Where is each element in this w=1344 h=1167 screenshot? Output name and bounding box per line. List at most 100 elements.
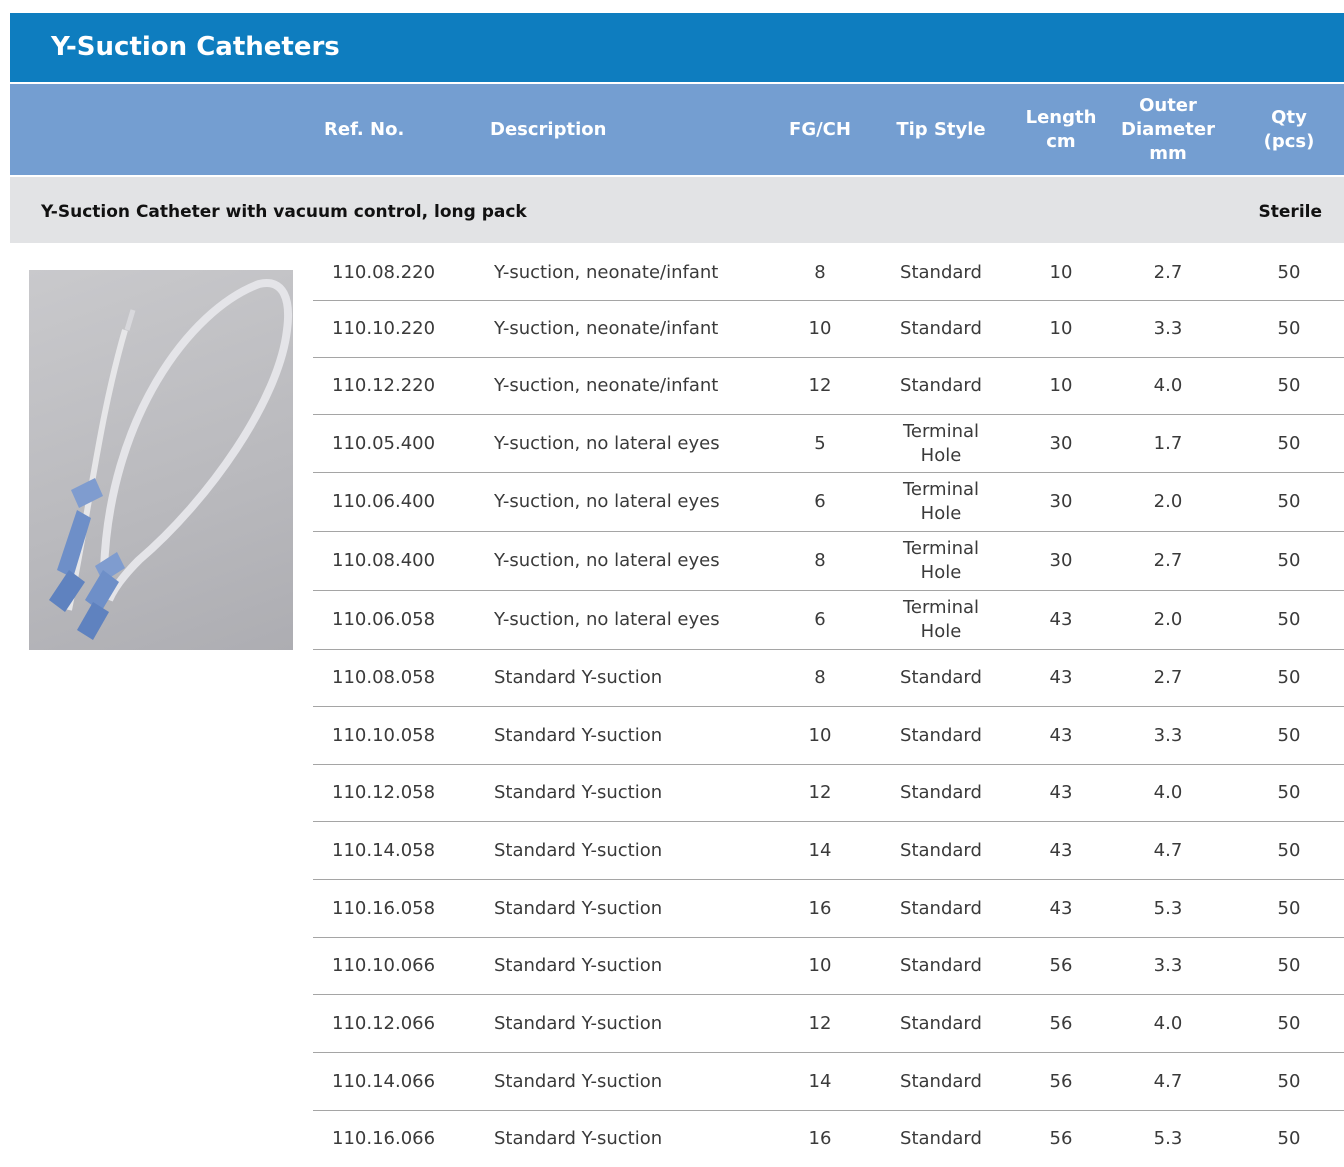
tip-cell: Standard (900, 782, 982, 803)
table-row: 110.05.400 Y-suction, no lateral eyes 5 … (313, 415, 1344, 473)
ref-cell: 110.08.400 (332, 550, 436, 571)
page-title: Y-Suction Catheters (51, 32, 340, 62)
outer-diameter-cell: 2.7 (1153, 667, 1183, 688)
qty-cell: 50 (1277, 839, 1301, 861)
section-title: Y-Suction Catheter with vacuum control, … (41, 202, 527, 222)
qty-cell: 50 (1277, 609, 1301, 630)
description-cell: Standard Y-suction (494, 1012, 663, 1034)
table-row: 110.12.066 Standard Y-suction 12 Standar… (313, 995, 1344, 1053)
description-cell: Y-suction, no lateral eyes (494, 550, 720, 571)
qty-cell: 50 (1277, 491, 1301, 512)
length-cell: 10 (1049, 262, 1073, 283)
description-cell: Y-suction, neonate/infant (494, 318, 719, 339)
qty-cell: 50 (1277, 782, 1301, 803)
description-cell: Standard Y-suction (494, 839, 663, 861)
qty-cell: 50 (1277, 432, 1301, 454)
product-photo (29, 270, 293, 650)
col-header-description: Description (490, 118, 607, 140)
section-header: Y-Suction Catheter with vacuum control, … (10, 177, 1344, 243)
col-header-outer-diameter: Outer Diameter mm (1121, 94, 1215, 164)
length-cell: 43 (1049, 667, 1073, 688)
outer-diameter-cell: 2.0 (1153, 491, 1183, 512)
length-cell: 43 (1049, 782, 1073, 803)
length-cell: 10 (1049, 318, 1073, 339)
length-cell: 56 (1049, 955, 1073, 976)
length-cell: 56 (1049, 1012, 1073, 1034)
table-row: 110.10.066 Standard Y-suction 10 Standar… (313, 938, 1344, 995)
outer-diameter-cell: 4.0 (1153, 782, 1183, 803)
description-cell: Y-suction, neonate/infant (494, 262, 719, 283)
qty-cell: 50 (1277, 1012, 1301, 1034)
product-table: 110.08.220 Y-suction, neonate/infant 8 S… (313, 246, 1344, 1167)
qty-cell: 50 (1277, 955, 1301, 976)
length-cell: 10 (1049, 375, 1073, 396)
description-cell: Standard Y-suction (494, 724, 663, 746)
qty-cell: 50 (1277, 375, 1301, 396)
qty-cell: 50 (1277, 897, 1301, 919)
col-header-ref: Ref. No. (324, 118, 405, 140)
ref-cell: 110.06.058 (332, 609, 436, 630)
col-header-length: Length cm (1025, 106, 1097, 152)
description-cell: Standard Y-suction (494, 782, 663, 803)
tip-cell: Standard (900, 667, 982, 688)
ref-cell: 110.12.058 (332, 782, 436, 803)
ref-cell: 110.10.058 (332, 724, 436, 746)
length-cell: 30 (1049, 491, 1073, 512)
fg-cell: 10 (808, 318, 832, 339)
ref-cell: 110.05.400 (332, 432, 436, 454)
tip-cell: Standard (900, 897, 982, 919)
qty-cell: 50 (1277, 667, 1301, 688)
table-row: 110.12.220 Y-suction, neonate/infant 12 … (313, 358, 1344, 415)
ref-cell: 110.06.400 (332, 491, 436, 512)
col-header-qty: Qty (pcs) (1263, 106, 1315, 152)
fg-cell: 8 (814, 262, 826, 283)
length-cell: 56 (1049, 1128, 1073, 1149)
tip-cell: Terminal Hole (902, 597, 980, 642)
tip-cell: Standard (900, 375, 982, 396)
fg-cell: 10 (808, 724, 832, 746)
table-row: 110.08.058 Standard Y-suction 8 Standard… (313, 650, 1344, 707)
fg-cell: 16 (808, 897, 832, 919)
fg-cell: 12 (808, 375, 832, 396)
outer-diameter-cell: 2.0 (1153, 609, 1183, 630)
fg-cell: 8 (814, 667, 826, 688)
length-cell: 43 (1049, 839, 1073, 861)
ref-cell: 110.16.066 (332, 1128, 436, 1149)
qty-cell: 50 (1277, 724, 1301, 746)
table-row: 110.08.220 Y-suction, neonate/infant 8 S… (313, 246, 1344, 301)
description-cell: Standard Y-suction (494, 667, 663, 688)
fg-cell: 14 (808, 839, 832, 861)
fg-cell: 12 (808, 782, 832, 803)
fg-cell: 6 (814, 491, 826, 512)
ref-cell: 110.10.220 (332, 318, 436, 339)
description-cell: Standard Y-suction (494, 897, 663, 919)
outer-diameter-cell: 4.7 (1153, 1070, 1183, 1092)
table-row: 110.08.400 Y-suction, no lateral eyes 8 … (313, 532, 1344, 591)
description-cell: Standard Y-suction (494, 1128, 663, 1149)
ref-cell: 110.08.220 (332, 262, 436, 283)
col-header-fg: FG/CH (789, 118, 851, 140)
tip-cell: Standard (900, 724, 982, 746)
ref-cell: 110.16.058 (332, 897, 436, 919)
table-row: 110.06.058 Y-suction, no lateral eyes 6 … (313, 591, 1344, 650)
length-cell: 30 (1049, 550, 1073, 571)
length-cell: 43 (1049, 609, 1073, 630)
length-cell: 30 (1049, 432, 1073, 454)
outer-diameter-cell: 4.0 (1153, 375, 1183, 396)
table-row: 110.10.058 Standard Y-suction 10 Standar… (313, 707, 1344, 765)
outer-diameter-cell: 4.7 (1153, 839, 1183, 861)
qty-cell: 50 (1277, 262, 1301, 283)
table-row: 110.16.058 Standard Y-suction 16 Standar… (313, 880, 1344, 938)
qty-cell: 50 (1277, 1070, 1301, 1092)
description-cell: Y-suction, no lateral eyes (494, 609, 720, 630)
ref-cell: 110.12.220 (332, 375, 436, 396)
outer-diameter-cell: 3.3 (1153, 724, 1183, 746)
outer-diameter-cell: 5.3 (1153, 897, 1183, 919)
fg-cell: 10 (808, 955, 832, 976)
fg-cell: 6 (814, 609, 826, 630)
qty-cell: 50 (1277, 550, 1301, 571)
col-header-tip: Tip Style (896, 118, 986, 140)
tip-cell: Standard (900, 955, 982, 976)
outer-diameter-cell: 4.0 (1153, 1012, 1183, 1034)
table-header: Ref. No. Description FG/CH Tip Style Len… (10, 84, 1344, 175)
